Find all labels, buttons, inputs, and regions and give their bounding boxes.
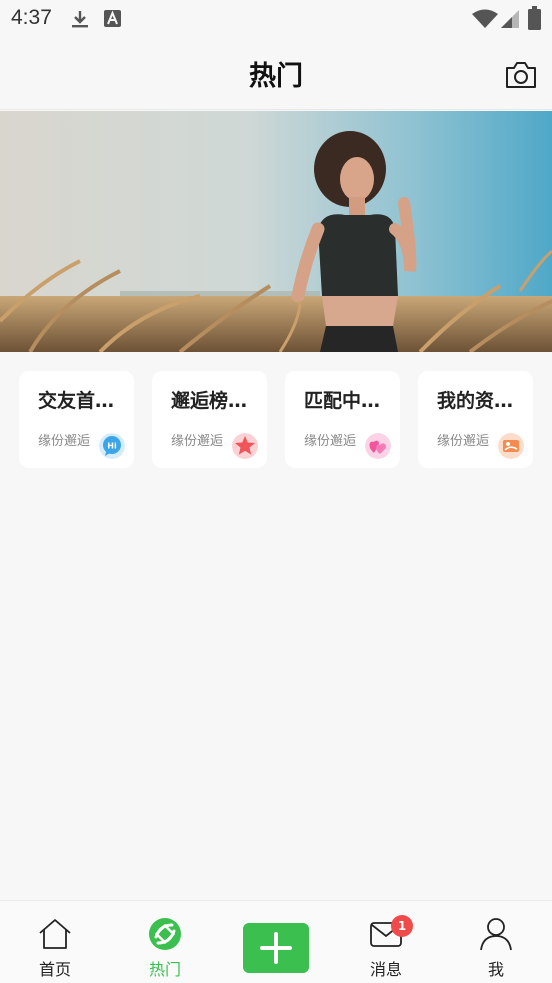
card-title: 交友首… [38,390,115,412]
card-matching[interactable]: 匹配中… 缘份邂逅 [285,371,400,468]
header: 热门 [0,38,552,110]
card-subtitle: 缘份邂逅 [171,434,224,449]
banner-photo [0,111,552,352]
wifi-icon [472,9,498,28]
card-dating-home[interactable]: 交友首… 缘份邂逅 Hi [19,371,134,468]
svg-text:Hi: Hi [107,442,117,451]
card-subtitle: 缘份邂逅 [38,434,91,449]
shortcut-cards: 交友首… 缘份邂逅 Hi 邂逅榜… 缘份邂逅 匹配中… 缘份邂逅 我的资… 缘份… [0,352,552,482]
card-title: 匹配中… [304,390,381,412]
tab-home[interactable]: 首页 [10,901,100,983]
page-title: 热门 [249,61,303,92]
tab-label: 热门 [148,960,181,979]
hearts-icon [365,433,391,459]
home-icon [39,919,71,949]
camera-icon[interactable] [505,60,537,90]
status-bar: 4:37 [0,0,552,38]
banner-image[interactable] [0,111,552,352]
tab-label: 首页 [38,960,71,979]
tab-hot[interactable]: 热门 [120,901,210,983]
card-subtitle: 缘份邂逅 [437,434,490,449]
bottom-tab-bar: 首页 热门 消息 1 我 [0,900,552,983]
person-icon [480,918,512,951]
card-title: 我的资… [437,390,514,412]
add-button[interactable] [243,923,309,973]
unread-badge: 1 [391,915,413,937]
tab-label: 消息 [369,960,402,979]
tab-label: 我 [487,960,504,979]
card-encounter-list[interactable]: 邂逅榜… 缘份邂逅 [152,371,267,468]
status-time: 4:37 [11,6,52,29]
signal-icon [501,10,519,28]
profile-card-icon [498,433,524,459]
plus-icon [260,932,292,964]
battery-icon [528,6,541,30]
download-icon [72,11,88,28]
star-icon [232,433,258,459]
font-a-icon [104,10,121,27]
tab-me[interactable]: 我 [451,901,541,983]
tab-messages[interactable]: 消息 [341,901,431,983]
card-title: 邂逅榜… [171,390,248,412]
card-subtitle: 缘份邂逅 [304,434,357,449]
hi-chat-icon: Hi [99,433,125,459]
card-my-profile[interactable]: 我的资… 缘份邂逅 [418,371,533,468]
hot-icon [149,918,181,950]
